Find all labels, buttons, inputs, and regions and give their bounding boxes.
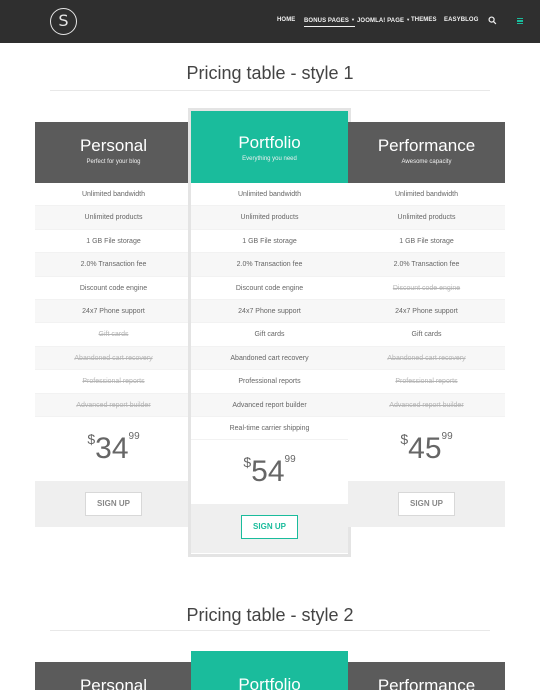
feature-item: Unlimited bandwidth	[35, 183, 192, 207]
plan-header: Portfolio Everything you need	[191, 111, 348, 183]
feature-item: 2.0% Transaction fee	[35, 253, 192, 277]
plan-price: $5499	[191, 440, 348, 504]
feature-item: Unlimited products	[348, 206, 505, 230]
feature-item: 24x7 Phone support	[348, 299, 505, 324]
feature-item: Abandoned cart recovery	[191, 346, 348, 371]
feature-item: 1 GB File storage	[348, 230, 505, 254]
price-currency: $	[87, 430, 96, 447]
price-cents: 99	[284, 454, 296, 466]
section-divider	[50, 90, 490, 91]
nav-bonus-pages[interactable]: BONUS PAGES ▼	[304, 17, 356, 27]
feature-item: 24x7 Phone support	[35, 299, 192, 324]
plan-footer: SIGN UP	[348, 480, 505, 527]
plan-name: Portfolio	[238, 133, 301, 152]
plan-subtitle: Perfect for your blog	[86, 159, 141, 165]
plan-subtitle: Everything you need	[242, 156, 297, 162]
feature-item: 24x7 Phone support	[191, 299, 348, 324]
feature-list: Unlimited bandwidth Unlimited products 1…	[35, 183, 192, 417]
feature-item: Discount code engine	[191, 277, 348, 300]
sign-up-button[interactable]: SIGN UP	[85, 491, 142, 516]
feature-item: Unlimited bandwidth	[348, 183, 505, 207]
price-currency: $	[243, 454, 252, 471]
nav-joomla-page-label: JOOMLA! PAGE	[357, 18, 405, 24]
menu-icon[interactable]	[517, 18, 523, 25]
plan-price: $4599	[348, 417, 505, 481]
main-nav: HOME BONUS PAGES ▼ JOOMLA! PAGE ▼ THEMES E…	[0, 0, 540, 43]
plan-card-personal-style-2: Personal	[35, 662, 192, 690]
price-amount: 54	[251, 455, 285, 489]
price-cents: 99	[441, 430, 453, 442]
plan-name: Personal	[79, 136, 148, 155]
top-navigation-bar: S HOME BONUS PAGES ▼ JOOMLA! PAGE ▼ THEMES…	[0, 0, 540, 43]
plan-price: $3499	[35, 417, 192, 481]
feature-item-unavailable: Gift cards	[35, 323, 192, 347]
plan-header: Performance Awesome capacity	[348, 122, 505, 183]
plan-header: Personal Perfect for your blog	[35, 122, 192, 183]
feature-item: 1 GB File storage	[35, 230, 192, 254]
feature-item: Real-time carrier shipping	[191, 417, 348, 441]
sign-up-button[interactable]: SIGN UP	[398, 491, 455, 516]
section-title-style-1: Pricing table - style 1	[186, 63, 354, 83]
plan-name: Performance	[377, 136, 476, 155]
nav-bonus-pages-label: BONUS PAGES	[304, 18, 349, 24]
nav-themes[interactable]: THEMES	[411, 17, 437, 23]
feature-item: Gift cards	[348, 323, 505, 347]
feature-item-unavailable: Professional reports	[35, 370, 192, 394]
plan-footer: SIGN UP	[35, 480, 192, 527]
plan-name: Performance	[377, 676, 476, 690]
plan-card-portfolio-style-2: Portfolio	[191, 651, 348, 690]
price-currency: $	[400, 430, 409, 447]
plan-footer: SIGN UP	[191, 504, 348, 554]
plan-name: Personal	[79, 676, 148, 690]
price-cents: 99	[128, 430, 140, 442]
nav-home[interactable]: HOME	[277, 17, 295, 23]
feature-item-unavailable: Abandoned cart recovery	[348, 346, 505, 371]
feature-item: 2.0% Transaction fee	[348, 253, 505, 277]
feature-item-unavailable: Professional reports	[348, 370, 505, 394]
feature-item-unavailable: Discount code engine	[348, 277, 505, 300]
feature-item: Gift cards	[191, 323, 348, 347]
section-divider	[50, 630, 490, 631]
feature-item: Discount code engine	[35, 277, 192, 300]
price-amount: 34	[95, 431, 129, 465]
feature-list: Unlimited bandwidth Unlimited products 1…	[191, 183, 348, 441]
plan-card-performance: Performance Awesome capacity Unlimited b…	[348, 122, 505, 527]
price-amount: 45	[408, 431, 442, 465]
search-icon[interactable]	[488, 16, 497, 25]
feature-item: 1 GB File storage	[191, 230, 348, 254]
feature-item: Unlimited products	[191, 206, 348, 230]
nav-joomla-page[interactable]: JOOMLA! PAGE ▼	[357, 17, 410, 24]
chevron-down-icon: ▼	[351, 17, 356, 22]
feature-item: Unlimited bandwidth	[191, 183, 348, 207]
feature-item-unavailable: Advanced report builder	[35, 393, 192, 417]
feature-item: Advanced report builder	[191, 393, 348, 417]
feature-item: Professional reports	[191, 370, 348, 394]
feature-list: Unlimited bandwidth Unlimited products 1…	[348, 183, 505, 417]
feature-item: Unlimited products	[35, 206, 192, 230]
plan-card-performance-style-2: Performance	[348, 662, 505, 690]
feature-item-unavailable: Abandoned cart recovery	[35, 346, 192, 371]
chevron-down-icon: ▼	[406, 17, 411, 22]
plan-subtitle: Awesome capacity	[401, 159, 452, 165]
feature-item-unavailable: Advanced report builder	[348, 393, 505, 417]
plan-card-portfolio: Portfolio Everything you need Unlimited …	[191, 111, 348, 554]
plan-name: Portfolio	[238, 675, 301, 690]
nav-easyblog[interactable]: EASYBLOG	[444, 17, 478, 23]
section-title-style-2: Pricing table - style 2	[186, 605, 354, 625]
sign-up-button[interactable]: SIGN UP	[241, 515, 298, 540]
feature-item: 2.0% Transaction fee	[191, 253, 348, 277]
plan-card-personal: Personal Perfect for your blog Unlimited…	[35, 122, 192, 527]
